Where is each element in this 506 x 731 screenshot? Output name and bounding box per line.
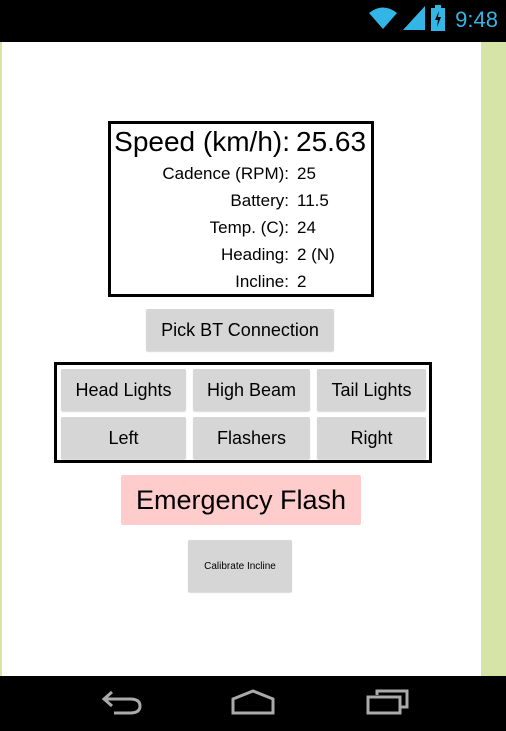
incline-label: Incline: (235, 272, 289, 291)
high-beam-button[interactable]: High Beam (193, 369, 310, 411)
head-lights-button[interactable]: Head Lights (61, 369, 186, 411)
cadence-row: Cadence (RPM): 25 (111, 164, 371, 190)
heading-row: Heading: 2 (N) (111, 245, 371, 271)
status-clock: 9:48 (455, 7, 498, 32)
battery-row: Battery: 11.5 (111, 191, 371, 217)
emergency-flash-button[interactable]: Emergency Flash (121, 475, 361, 525)
temp-value: 24 (297, 218, 316, 237)
left-signal-button[interactable]: Left (61, 417, 186, 459)
pick-bt-connection-button[interactable]: Pick BT Connection (146, 309, 334, 351)
back-button[interactable] (92, 686, 152, 722)
right-signal-button[interactable]: Right (317, 417, 426, 459)
status-bar: 9:48 (0, 0, 506, 42)
battery-charging-icon (431, 4, 446, 36)
app-screen: Speed (km/h): 25.63 Cadence (RPM): 25 Ba… (2, 42, 481, 676)
lights-control-box: Head Lights High Beam Tail Lights Left F… (54, 362, 432, 463)
app-frame: Speed (km/h): 25.63 Cadence (RPM): 25 Ba… (0, 42, 506, 676)
cadence-label: Cadence (RPM): (162, 164, 289, 183)
incline-row: Incline: 2 (111, 272, 371, 298)
home-icon (229, 688, 277, 720)
tail-lights-button[interactable]: Tail Lights (317, 369, 426, 411)
wifi-icon (369, 6, 398, 35)
speed-value: 25.63 (296, 126, 367, 157)
speed-row: Speed (km/h): 25.63 (111, 126, 371, 160)
temp-label: Temp. (C): (209, 218, 289, 237)
battery-value: 11.5 (297, 191, 329, 210)
flashers-button[interactable]: Flashers (193, 417, 310, 459)
temp-row: Temp. (C): 24 (111, 218, 371, 244)
calibrate-incline-button[interactable]: Calibrate Incline (188, 540, 292, 592)
back-icon (100, 689, 144, 720)
recent-apps-icon (365, 689, 409, 720)
battery-label: Battery: (230, 191, 289, 210)
heading-value: 2 (N) (297, 245, 335, 264)
home-button[interactable] (223, 686, 283, 722)
telemetry-readout-box: Speed (km/h): 25.63 Cadence (RPM): 25 Ba… (108, 121, 374, 297)
cell-signal-icon (403, 5, 426, 35)
speed-label: Speed (km/h): (114, 126, 290, 157)
recent-apps-button[interactable] (357, 686, 417, 722)
cadence-value: 25 (297, 164, 316, 183)
heading-label: Heading: (220, 245, 289, 264)
navigation-bar (0, 676, 506, 731)
incline-value: 2 (297, 272, 307, 291)
status-icons: 9:48 (369, 4, 498, 36)
